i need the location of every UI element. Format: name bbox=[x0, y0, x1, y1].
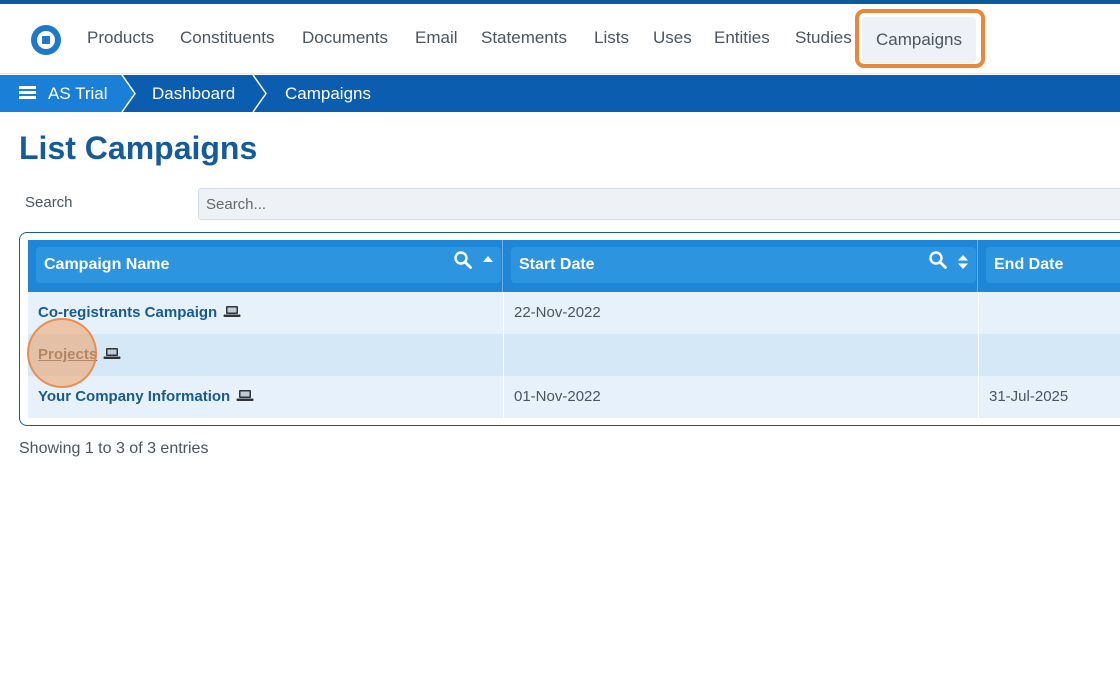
cell-campaign-name: Projects bbox=[28, 334, 503, 376]
column-header-campaign-name[interactable]: Campaign Name bbox=[28, 240, 503, 292]
column-search-icon[interactable] bbox=[454, 251, 472, 269]
page-title: List Campaigns bbox=[19, 130, 258, 166]
nav-lists[interactable]: Lists bbox=[594, 28, 629, 48]
campaign-link[interactable]: Projects bbox=[38, 346, 97, 363]
cell-campaign-name: Your Company Information bbox=[28, 376, 503, 418]
sort-both-icon[interactable] bbox=[957, 254, 969, 270]
breadcrumb-home-label: AS Trial bbox=[48, 84, 108, 103]
chevron-right-icon bbox=[251, 75, 271, 112]
breadcrumb-dashboard[interactable]: Dashboard bbox=[152, 75, 235, 112]
cell-end-date bbox=[978, 292, 1120, 334]
campaigns-table: Campaign Name Start Date End Date Co-reg… bbox=[19, 232, 1120, 426]
campaign-link[interactable]: Co-registrants Campaign bbox=[38, 304, 217, 321]
campaign-link[interactable]: Your Company Information bbox=[38, 388, 230, 405]
column-header-label: Start Date bbox=[511, 247, 976, 283]
table-header: Campaign Name Start Date End Date bbox=[28, 240, 1120, 292]
nav-constituents[interactable]: Constituents bbox=[180, 28, 275, 48]
table-row: Your Company Information 01-Nov-2022 31-… bbox=[28, 376, 1120, 418]
column-search-icon[interactable] bbox=[929, 251, 947, 269]
nav-documents[interactable]: Documents bbox=[302, 28, 388, 48]
breadcrumb-campaigns[interactable]: Campaigns bbox=[285, 75, 371, 112]
nav-campaigns[interactable]: Campaigns bbox=[862, 17, 976, 63]
sort-ascending-icon[interactable] bbox=[482, 254, 494, 270]
nav-email[interactable]: Email bbox=[415, 28, 458, 48]
laptop-icon bbox=[103, 348, 121, 360]
cell-campaign-name: Co-registrants Campaign bbox=[28, 292, 503, 334]
nav-studies[interactable]: Studies bbox=[795, 28, 852, 48]
search-label: Search bbox=[25, 194, 73, 211]
breadcrumb: AS Trial Dashboard Campaigns bbox=[0, 75, 1120, 112]
nav-entities[interactable]: Entities bbox=[714, 28, 770, 48]
cell-start-date: 22-Nov-2022 bbox=[503, 292, 978, 334]
column-header-label: End Date bbox=[986, 247, 1120, 283]
nav-products[interactable]: Products bbox=[87, 28, 154, 48]
nav-uses[interactable]: Uses bbox=[653, 28, 692, 48]
column-header-start-date[interactable]: Start Date bbox=[503, 240, 978, 292]
chevron-right-icon bbox=[120, 75, 140, 112]
table-row: Co-registrants Campaign 22-Nov-2022 bbox=[28, 292, 1120, 334]
column-header-end-date[interactable]: End Date bbox=[978, 240, 1120, 292]
column-header-label: Campaign Name bbox=[36, 247, 501, 283]
search-input[interactable] bbox=[198, 188, 1120, 220]
nav-statements[interactable]: Statements bbox=[481, 28, 567, 48]
table-info: Showing 1 to 3 of 3 entries bbox=[19, 440, 209, 457]
breadcrumb-home[interactable]: AS Trial bbox=[0, 75, 121, 112]
laptop-icon bbox=[236, 390, 254, 402]
cell-start-date bbox=[503, 334, 978, 376]
top-navbar: Products Constituents Documents Email St… bbox=[0, 4, 1120, 74]
laptop-icon bbox=[223, 306, 241, 318]
hamburger-menu-icon[interactable] bbox=[19, 86, 36, 100]
cell-end-date bbox=[978, 334, 1120, 376]
cell-start-date: 01-Nov-2022 bbox=[503, 376, 978, 418]
table-row: Projects bbox=[28, 334, 1120, 376]
app-logo-icon[interactable] bbox=[31, 25, 61, 55]
cell-end-date: 31-Jul-2025 bbox=[978, 376, 1120, 418]
